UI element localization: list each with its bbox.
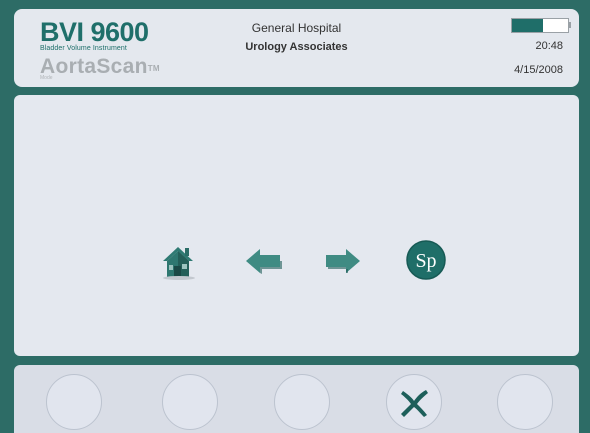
department-name: Urology Associates: [245, 41, 348, 53]
softkey-2[interactable]: [162, 374, 218, 430]
cancel-x-icon: [401, 390, 428, 417]
header-bar: BVI 9600 Bladder Volume Instrument Aorta…: [14, 9, 579, 87]
facility-name: General Hospital: [251, 21, 342, 35]
sp-icon[interactable]: Sp: [405, 239, 447, 281]
device-frame: BVI 9600 Bladder Volume Instrument Aorta…: [0, 0, 590, 433]
mode-name-text: AortaScan: [40, 55, 148, 78]
softkey-cancel[interactable]: [386, 374, 442, 430]
softkey-bar: [14, 365, 579, 433]
mode-name: AortaScanTM: [40, 56, 160, 77]
sp-label: Sp: [415, 250, 436, 272]
softkey-1[interactable]: [46, 374, 102, 430]
trademark-mark: TM: [147, 64, 160, 73]
clock-time: 20:48: [535, 40, 563, 52]
softkey-3[interactable]: [274, 374, 330, 430]
facility-info: General Hospital Urology Associates: [14, 19, 579, 55]
main-panel: Sp: [14, 95, 579, 356]
home-icon[interactable]: [159, 244, 203, 280]
arrow-left-icon[interactable]: [244, 247, 284, 275]
softkey-5[interactable]: [497, 374, 553, 430]
arrow-right-icon[interactable]: [322, 247, 362, 275]
battery-icon: [511, 18, 571, 33]
battery-level: [512, 19, 543, 32]
clock-date: 4/15/2008: [514, 64, 563, 76]
